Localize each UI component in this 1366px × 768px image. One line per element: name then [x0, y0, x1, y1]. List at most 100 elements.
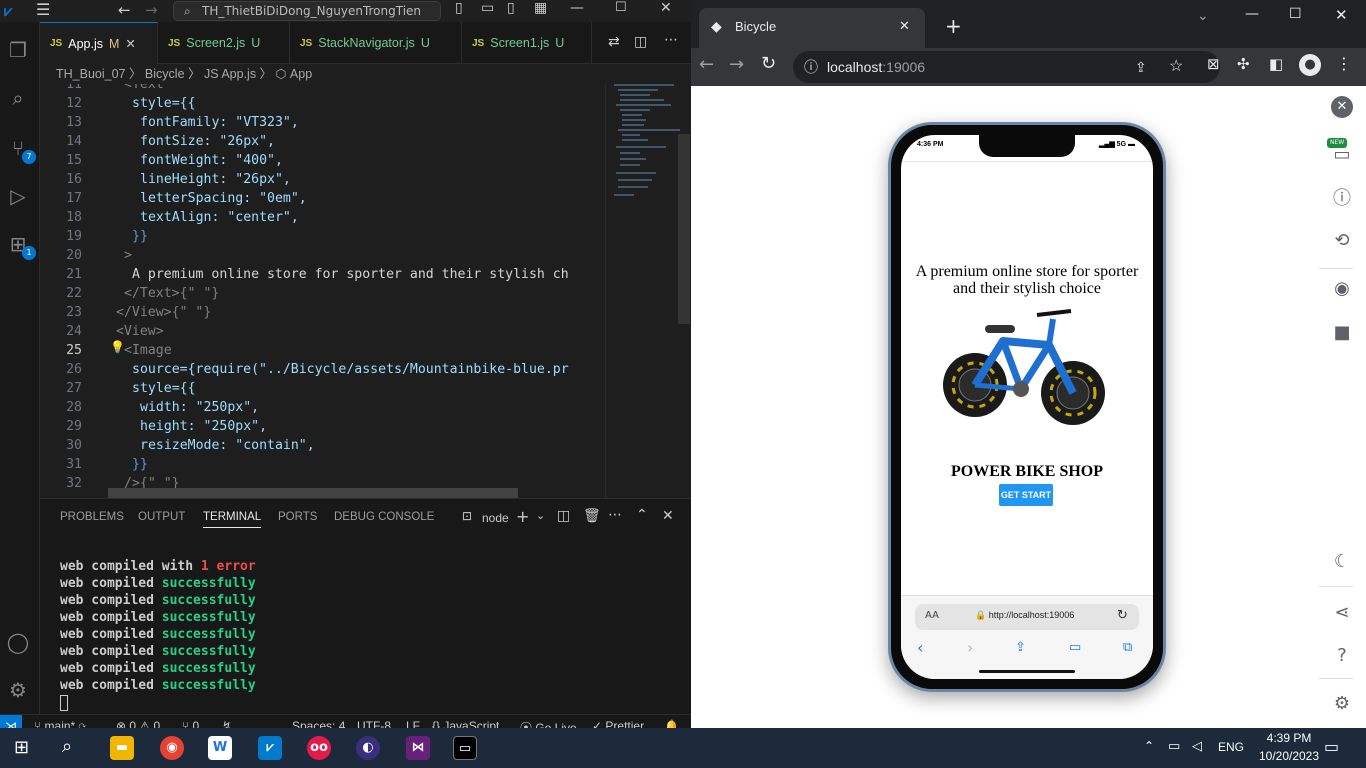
forward-arrow-icon[interactable]: →: [145, 1, 158, 19]
tab-search-icon[interactable]: ⌄: [1197, 8, 1209, 24]
network-icon[interactable]: ▭: [1168, 739, 1180, 754]
forward-icon[interactable]: →: [729, 54, 744, 75]
panel-tab-terminal[interactable]: TERMINAL: [203, 511, 262, 528]
new-terminal-icon[interactable]: +: [516, 507, 529, 526]
settings-gear-icon[interactable]: ⚙: [4, 676, 32, 704]
volume-muted-icon[interactable]: ◁: [1192, 739, 1202, 754]
clock-date[interactable]: 10/20/2023: [1251, 749, 1327, 763]
share-icon[interactable]: ⇪: [1135, 51, 1147, 83]
eclipse-icon[interactable]: ◐: [356, 736, 380, 760]
screenshot-camera-icon[interactable]: ◉: [1331, 278, 1353, 300]
run-debug-icon[interactable]: ▷: [4, 182, 32, 210]
site-info-icon[interactable]: ⓘ: [804, 51, 818, 83]
chevron-up-icon[interactable]: ⌃: [1144, 739, 1154, 753]
panel-tab-problems[interactable]: PROBLEMS: [60, 511, 124, 523]
toggle-sidebar-icon[interactable]: ▯: [455, 0, 463, 16]
panel-tab-ports[interactable]: PORTS: [278, 511, 317, 523]
safari-back-icon[interactable]: ‹: [917, 638, 923, 657]
reload-icon[interactable]: ↻: [761, 53, 776, 74]
search-icon[interactable]: ⌕: [4, 84, 32, 112]
more-icon[interactable]: ⋯: [608, 507, 622, 523]
file-explorer-icon[interactable]: ▬: [110, 736, 134, 760]
toggle-panel-icon[interactable]: ▭: [481, 0, 494, 16]
dark-mode-moon-icon[interactable]: ☾: [1331, 551, 1353, 573]
share-icon[interactable]: ⋖: [1331, 602, 1353, 624]
safari-bookmarks-icon[interactable]: ▭: [1069, 640, 1081, 655]
close-window-icon[interactable]: ✕: [660, 0, 672, 16]
trash-icon[interactable]: 🗑: [583, 508, 601, 524]
chevron-down-icon[interactable]: ⌄: [536, 509, 545, 522]
app-icon[interactable]: oo: [307, 736, 331, 760]
customize-layout-icon[interactable]: ▦: [534, 0, 547, 16]
breadcrumb[interactable]: TH_Buoi_07 〉 Bicycle 〉 JS App.js 〉 ⬡ App: [40, 64, 691, 84]
language-indicator[interactable]: ENG: [1218, 740, 1244, 754]
lightbulb-icon[interactable]: 💡: [110, 340, 125, 354]
close-window-icon[interactable]: ✕: [1335, 6, 1348, 24]
visual-studio-icon[interactable]: ⋈: [406, 736, 430, 760]
safari-address-bar[interactable]: AA 🔒 http://localhost:19006 ↻: [915, 604, 1139, 630]
info-icon[interactable]: ⓘ: [1331, 188, 1353, 210]
close-tab-icon[interactable]: ✕: [125, 36, 135, 51]
tab-stacknavigator-js[interactable]: JS StackNavigator.js U: [290, 22, 462, 64]
search-icon[interactable]: ⌕: [62, 736, 72, 757]
reader-aa-button[interactable]: AA: [925, 610, 939, 621]
new-feature-icon[interactable]: ▭ NEW: [1327, 138, 1353, 166]
help-icon[interactable]: ?: [1331, 645, 1353, 667]
extensions-badge: 1: [22, 246, 36, 260]
extension-icon[interactable]: ⊠: [1207, 55, 1220, 73]
toggle-secondary-sidebar-icon[interactable]: ▯: [507, 0, 515, 16]
panel-tab-debug-console[interactable]: DEBUG CONSOLE: [334, 511, 434, 523]
chrome-menu-icon[interactable]: ⋮: [1336, 54, 1352, 73]
browser-tab[interactable]: ◆ Bicycle ✕: [699, 8, 925, 48]
vscode-icon[interactable]: ⩗: [258, 736, 282, 760]
back-icon[interactable]: ←: [699, 54, 714, 75]
profile-avatar-icon[interactable]: ●: [1299, 54, 1321, 76]
close-icon[interactable]: ✕: [1331, 96, 1353, 118]
minimize-icon[interactable]: —: [1245, 6, 1259, 22]
tab-screen2-js[interactable]: JS Screen2.js U: [158, 22, 290, 64]
get-start-button[interactable]: GET START: [999, 484, 1053, 506]
settings-gear-icon[interactable]: ⚙: [1331, 693, 1353, 715]
panel-tab-output[interactable]: OUTPUT: [138, 511, 185, 523]
safari-forward-icon[interactable]: ›: [967, 638, 973, 657]
split-terminal-icon[interactable]: ◫: [557, 508, 570, 524]
explorer-icon[interactable]: ❐: [4, 36, 32, 64]
minimap[interactable]: [605, 84, 691, 498]
close-panel-icon[interactable]: ✕: [662, 508, 674, 524]
source-control-icon[interactable]: ⑂ 7: [4, 134, 36, 164]
bookmark-star-icon[interactable]: ☆: [1169, 51, 1183, 83]
maximize-panel-icon[interactable]: ⌃: [636, 507, 648, 523]
safari-share-icon[interactable]: ⇪: [1015, 640, 1026, 655]
address-bar[interactable]: ⓘ localhost:19006 ⇪ ☆: [793, 51, 1220, 83]
rotate-icon[interactable]: ⟲: [1331, 230, 1353, 252]
windows-start-icon[interactable]: ⊞: [14, 737, 29, 758]
back-arrow-icon[interactable]: ←: [118, 1, 131, 19]
tab-screen1-js[interactable]: JS Screen1.js U: [462, 22, 592, 64]
extensions-icon[interactable]: ⊞ 1: [4, 230, 36, 260]
code-editor[interactable]: 11 <Text 12 style={{13 fontFamily: "VT323", 1…: [40, 84, 691, 498]
new-tab-icon[interactable]: +: [945, 14, 962, 38]
more-actions-icon[interactable]: ⋯: [664, 32, 678, 48]
split-editor-icon[interactable]: ◫: [634, 34, 647, 50]
minimize-icon[interactable]: —: [570, 0, 584, 16]
maximize-icon[interactable]: ☐: [1289, 6, 1302, 22]
clock-time[interactable]: 4:39 PM: [1261, 731, 1317, 745]
command-center-search[interactable]: ⌕ TH_ThietBiDiDong_NguyenTrongTien: [173, 1, 441, 21]
horizontal-scrollbar[interactable]: [108, 488, 518, 498]
extensions-puzzle-icon[interactable]: ✣: [1237, 55, 1250, 73]
compare-changes-icon[interactable]: ⇄: [608, 34, 620, 50]
safari-tabs-icon[interactable]: ⧉: [1123, 640, 1132, 655]
close-tab-icon[interactable]: ✕: [899, 18, 910, 34]
menu-icon[interactable]: ☰: [36, 0, 50, 19]
chrome-icon[interactable]: ◉: [160, 736, 184, 760]
word-icon[interactable]: W: [208, 736, 232, 760]
safari-reload-icon[interactable]: ↻: [1117, 608, 1128, 623]
terminal-icon[interactable]: ▭: [453, 736, 477, 760]
account-icon[interactable]: ◯: [4, 628, 32, 656]
terminal-name[interactable]: node: [482, 511, 509, 525]
notification-center-icon[interactable]: ▭: [1324, 737, 1339, 756]
maximize-icon[interactable]: ☐: [615, 0, 627, 15]
side-panel-icon[interactable]: ◧: [1269, 55, 1283, 73]
record-video-icon[interactable]: ■: [1331, 322, 1353, 344]
tab-app-js[interactable]: JS App.js M ✕: [40, 22, 158, 64]
